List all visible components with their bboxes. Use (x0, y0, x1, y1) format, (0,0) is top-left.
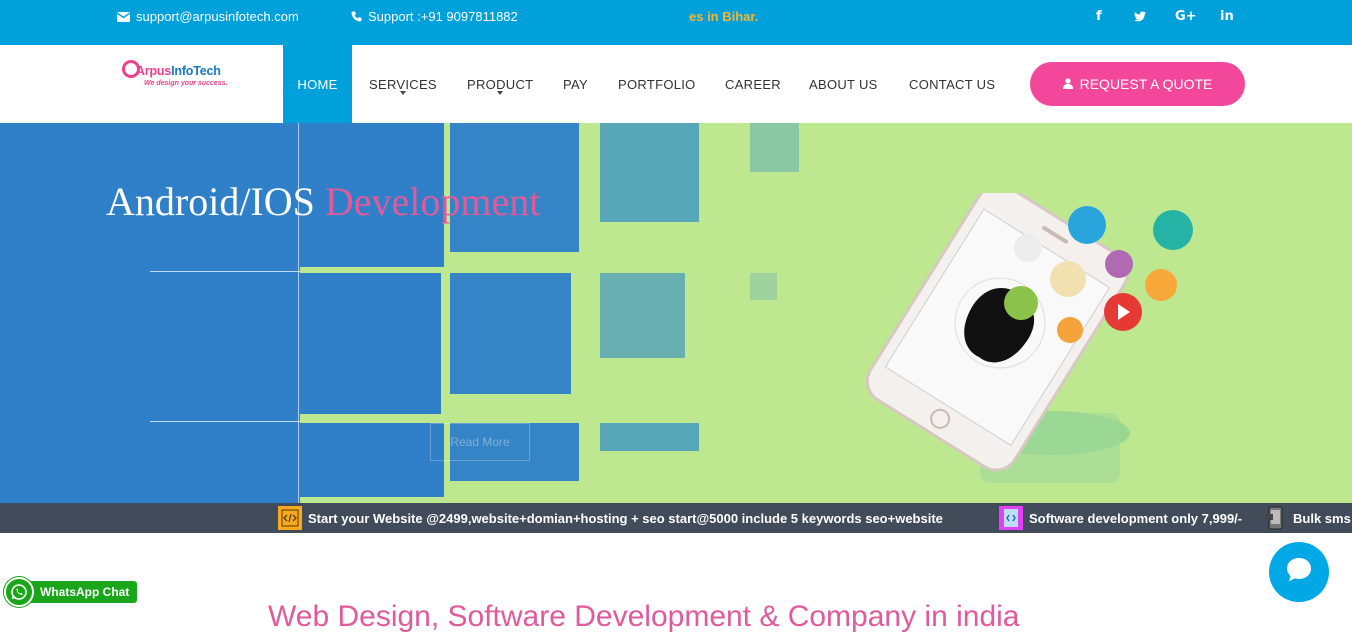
nav-item-product[interactable]: PRODUCT (467, 45, 533, 123)
hero-divider (150, 421, 300, 422)
hero-tile (300, 423, 444, 497)
nav-item-services[interactable]: SERVICES (369, 45, 437, 123)
top-bar: support@arpusinfotech.com Support :+91 9… (0, 0, 1352, 45)
hero-tile (300, 273, 441, 414)
code-file-icon (999, 506, 1023, 530)
news-ticker: Start your Website @2499,website+domian+… (0, 503, 1352, 533)
logo[interactable]: ArpusInfoTech We design your success. (122, 58, 240, 92)
phone-icon (351, 11, 362, 22)
nav-item-portfolio[interactable]: PORTFOLIO (618, 45, 696, 123)
nav-item-about-us[interactable]: ABOUT US (809, 45, 878, 123)
envelope-icon (117, 11, 130, 22)
twitter-icon[interactable] (1134, 9, 1146, 22)
top-marquee-text: es in Bihar. (689, 9, 759, 24)
section-title: Web Design, Software Development & Compa… (268, 600, 1020, 633)
ticker-item[interactable]: Bulk sms (1263, 503, 1351, 533)
smartphone-illustration-icon (865, 193, 1193, 483)
email-text: support@arpusinfotech.com (136, 9, 299, 24)
hero-tile (600, 273, 685, 358)
nav-item-home[interactable]: HOME (283, 45, 352, 123)
chat-bubble-icon (1284, 555, 1314, 590)
email-contact[interactable]: support@arpusinfotech.com (117, 9, 299, 24)
hero-tile (600, 123, 699, 222)
whatsapp-icon (4, 577, 34, 607)
hero-divider (150, 271, 300, 272)
facebook-icon[interactable]: f (1096, 9, 1102, 24)
caret-down-icon (497, 91, 504, 95)
main-navigation: ArpusInfoTech We design your success. HO… (0, 45, 1352, 123)
user-icon (1062, 76, 1073, 92)
hero-tile (750, 123, 799, 172)
nav-item-contact-us[interactable]: CONTACT US (909, 45, 995, 123)
hero-tile (450, 273, 571, 394)
ticker-item[interactable]: Start your Website @2499,website+domian+… (278, 503, 943, 533)
mobile-sms-icon (1263, 506, 1287, 530)
code-icon (278, 506, 302, 530)
whatsapp-chat-button[interactable]: WhatsApp Chat (4, 577, 138, 607)
request-quote-button[interactable]: REQUEST A QUOTE (1030, 62, 1245, 106)
read-more-button[interactable]: Read More (430, 423, 530, 461)
phone-text: Support :+91 9097811882 (368, 9, 518, 24)
live-chat-button[interactable] (1269, 542, 1329, 602)
hero-tile (750, 273, 777, 300)
nav-item-career[interactable]: CAREER (725, 45, 781, 123)
ticker-item[interactable]: Software development only 7,999/- (999, 503, 1242, 533)
linkedin-icon[interactable]: in (1220, 9, 1234, 24)
hero-title: Android/IOS Development (106, 179, 541, 224)
hero-slider: Android/IOS Development Read More (0, 123, 1352, 503)
hero-tile (600, 423, 699, 451)
phone-contact[interactable]: Support :+91 9097811882 (351, 9, 518, 24)
caret-down-icon (399, 91, 406, 95)
logo-brand: ArpusInfoTech (136, 64, 221, 78)
nav-item-pay[interactable]: PAY (563, 45, 588, 123)
logo-tagline: We design your success. (144, 80, 228, 87)
google-plus-icon[interactable]: G+ (1175, 9, 1197, 24)
